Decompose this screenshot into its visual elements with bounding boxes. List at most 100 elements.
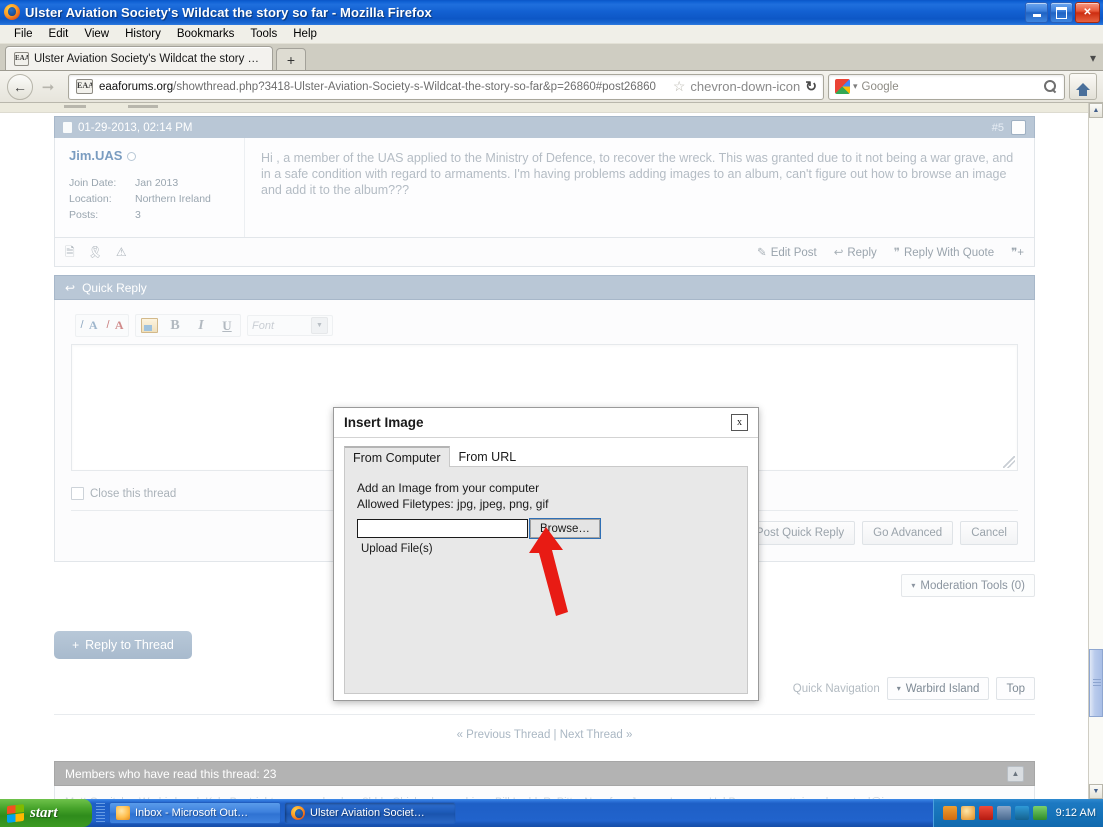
collapse-icon[interactable]: ▲ — [1007, 765, 1024, 782]
url-text: eaaforums.org/showthread.php?3418-Ulster… — [99, 81, 673, 93]
thread-navigation: « Previous Thread | Next Thread » — [54, 715, 1035, 751]
scrollbar-thumb[interactable] — [1089, 649, 1103, 717]
browse-button[interactable]: Browse… — [530, 519, 600, 538]
remove-format-icon[interactable]: / A — [102, 315, 128, 336]
taskbar-item-label: Inbox - Microsoft Out… — [135, 807, 249, 819]
search-engine-caret-icon[interactable]: ▾ — [853, 81, 858, 92]
maximize-button[interactable] — [1050, 2, 1073, 23]
dialog-title: Insert Image — [344, 415, 424, 430]
quick-reply-title: Quick Reply — [82, 280, 147, 295]
reply-to-thread-label: Reply to Thread — [85, 638, 174, 652]
minimize-button[interactable] — [1025, 2, 1048, 23]
dialog-tabs: From Computer From URL — [344, 446, 748, 467]
network-icon[interactable] — [1032, 806, 1047, 820]
tab-strip: EAA Ulster Aviation Society's Wildcat th… — [0, 44, 1103, 71]
menu-help[interactable]: Help — [285, 26, 325, 42]
search-input[interactable]: Google — [862, 81, 1043, 93]
text-color-icon[interactable]: / A — [76, 315, 102, 336]
post-select-checkbox[interactable] — [1011, 120, 1026, 135]
quote-icon: ❞ — [893, 247, 900, 259]
post-user-panel: Jim.UAS Join Date: Jan 2013 Location: No… — [55, 138, 245, 237]
forum-favicon-icon: EAA — [14, 51, 29, 66]
search-icon[interactable] — [1043, 79, 1058, 94]
forward-button[interactable]: ➞ — [34, 74, 62, 100]
start-button[interactable]: start — [0, 799, 92, 827]
warning-icon[interactable]: ⚠ — [116, 246, 127, 258]
upload-files-link[interactable]: Upload File(s) — [357, 543, 735, 555]
close-thread-checkbox[interactable] — [71, 487, 84, 500]
post-quick-reply-button[interactable]: Post Quick Reply — [744, 521, 856, 545]
home-button[interactable] — [1069, 73, 1097, 100]
antivirus-icon[interactable] — [978, 806, 993, 820]
java-icon[interactable] — [942, 806, 957, 820]
cancel-button[interactable]: Cancel — [960, 521, 1018, 545]
navigation-toolbar: ← ➞ EAA eaaforums.org/showthread.php?341… — [0, 71, 1103, 103]
insert-image-icon[interactable] — [136, 315, 162, 336]
close-thread-label: Close this thread — [90, 487, 177, 500]
user-field-key: Location: — [69, 193, 112, 205]
tab-from-computer[interactable]: From Computer — [344, 446, 450, 467]
reply-to-thread-button[interactable]: + Reply to Thread — [54, 631, 192, 659]
reply-button[interactable]: ↩ Reply — [834, 245, 877, 259]
url-path: /showthread.php?3418-Ulster-Aviation-Soc… — [173, 80, 656, 93]
thread-nav-separator: | — [553, 729, 557, 741]
ribbon-icon[interactable]: 🎗 — [88, 246, 103, 258]
back-button[interactable]: ← — [6, 73, 34, 100]
chevron-down-icon: ▾ — [896, 684, 901, 693]
next-thread-link[interactable]: Next Thread » — [560, 729, 633, 741]
menu-view[interactable]: View — [76, 26, 117, 42]
members-read-list: Matt Gonitzke, Warbirdnerd, Kyle Boatrig… — [54, 786, 1035, 799]
start-label: start — [30, 804, 58, 821]
taskbar-item-outlook[interactable]: Inbox - Microsoft Out… — [109, 802, 281, 824]
system-tray: 9:12 AM — [932, 799, 1103, 827]
scroll-down-button[interactable]: ▼ — [1089, 784, 1103, 799]
reply-with-quote-button[interactable]: ❞ Reply With Quote — [894, 245, 994, 259]
forum-select-button[interactable]: ▾ Warbird Island — [886, 677, 990, 700]
post-author-link[interactable]: Jim.UAS — [69, 148, 244, 163]
new-tab-button[interactable]: + — [276, 48, 306, 70]
top-button[interactable]: Top — [996, 677, 1035, 700]
taskbar: start Inbox - Microsoft Out… Ulster Avia… — [0, 799, 1103, 827]
close-button[interactable]: ✕ — [1075, 2, 1100, 23]
list-all-tabs-icon[interactable]: ▾ — [1090, 51, 1096, 65]
font-select[interactable]: Font ▼ — [247, 315, 333, 336]
search-bar[interactable]: ▾ Google — [828, 73, 1065, 100]
page-icon[interactable]: 🗎 — [65, 246, 75, 258]
close-icon[interactable]: x — [731, 414, 748, 431]
menu-file[interactable]: File — [6, 26, 41, 42]
menu-bookmarks[interactable]: Bookmarks — [169, 26, 243, 42]
menu-edit[interactable]: Edit — [41, 26, 77, 42]
vertical-scrollbar[interactable]: ▲ ▼ — [1088, 103, 1103, 799]
underline-icon[interactable]: U — [214, 315, 240, 336]
allowed-filetypes-text: Allowed Filetypes: jpg, jpeg, png, gif — [357, 497, 549, 511]
menu-tools[interactable]: Tools — [242, 26, 285, 42]
reload-icon[interactable]: ↻ — [805, 78, 817, 95]
file-path-input[interactable] — [357, 519, 528, 538]
outlook-tray-icon[interactable] — [960, 806, 975, 820]
bold-icon[interactable]: B — [162, 315, 188, 336]
moderation-tools-button[interactable]: ▾ Moderation Tools (0) — [901, 574, 1035, 597]
italic-icon[interactable]: I — [188, 315, 214, 336]
browser-tab-0[interactable]: EAA Ulster Aviation Society's Wildcat th… — [5, 46, 273, 70]
menu-history[interactable]: History — [117, 26, 169, 42]
taskbar-item-firefox[interactable]: Ulster Aviation Societ… — [284, 802, 456, 824]
page-viewport: 01-29-2013, 02:14 PM #5 Jim.UAS Join Dat… — [0, 103, 1089, 799]
firefox-icon — [291, 806, 305, 820]
tab-from-url[interactable]: From URL — [450, 446, 526, 467]
go-advanced-button[interactable]: Go Advanced — [862, 521, 954, 545]
quick-launch-handle[interactable] — [96, 803, 105, 823]
resize-grip-icon[interactable] — [1003, 456, 1015, 468]
edit-post-button[interactable]: ✎ Edit Post — [757, 245, 817, 259]
star-icon[interactable]: ☆ — [673, 78, 686, 95]
quick-navigation-label: Quick Navigation — [792, 682, 880, 695]
dialog-body: From Computer From URL Add an Image from… — [334, 438, 758, 699]
menu-bar: File Edit View History Bookmarks Tools H… — [0, 25, 1103, 44]
chevron-down-icon[interactable]: chevron-down-icon — [690, 79, 800, 94]
previous-thread-link[interactable]: « Previous Thread — [457, 729, 551, 741]
media-icon[interactable] — [996, 806, 1011, 820]
multiquote-icon[interactable]: ❞+ — [1011, 245, 1024, 259]
sync-icon[interactable] — [1014, 806, 1029, 820]
post-footer: 🗎 🎗 ⚠ ✎ Edit Post ↩ Reply ❞ Reply With Quot… — [54, 238, 1035, 267]
url-bar[interactable]: EAA eaaforums.org/showthread.php?3418-Ul… — [68, 73, 824, 100]
scroll-up-button[interactable]: ▲ — [1089, 103, 1103, 118]
